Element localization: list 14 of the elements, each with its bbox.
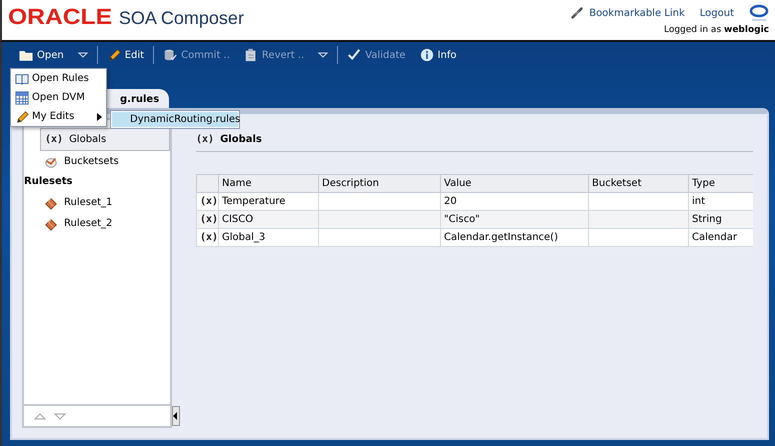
table-cell: Calendar.getInstance() — [440, 228, 588, 246]
variable-icon: (x) — [196, 134, 214, 145]
table-cell: String — [688, 210, 753, 228]
section-heading: Rulesets — [24, 175, 74, 189]
variable-icon: (x) — [200, 214, 218, 225]
app-title: SOA Composer — [118, 8, 244, 29]
section-title: Globals — [220, 134, 262, 145]
oracle-logo: ORACLE — [8, 4, 112, 30]
variable-icon: (x) — [200, 196, 218, 207]
variable-icon: (x) — [200, 232, 218, 243]
table-cell: CISCO — [218, 210, 318, 228]
table-cell: "Cisco" — [440, 210, 588, 228]
login-status: Logged in as weblogic — [664, 25, 769, 35]
table-cell: Global_3 — [218, 228, 318, 246]
